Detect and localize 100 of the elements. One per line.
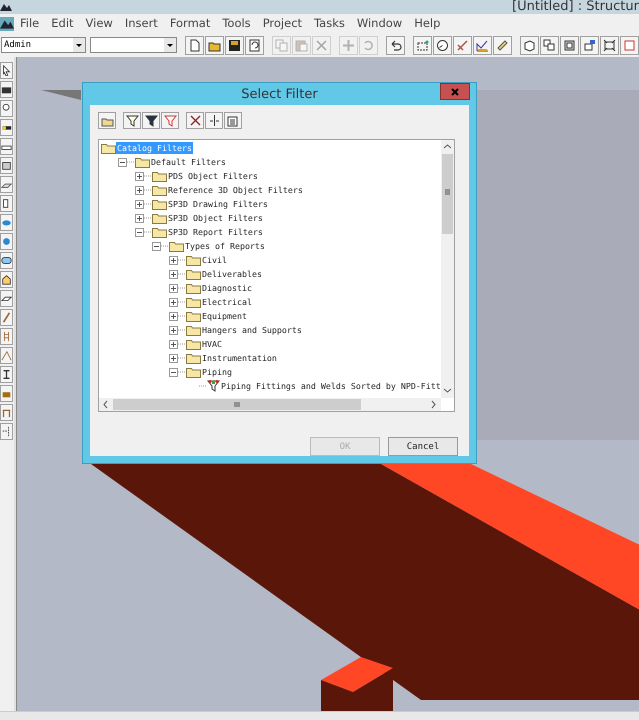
menu-item[interactable]: Project (256, 14, 308, 33)
toolbar-button[interactable] (580, 36, 599, 54)
refresh-icon (248, 38, 261, 52)
toolbar-button[interactable] (560, 36, 579, 54)
tool-button[interactable] (0, 290, 13, 307)
toolbar-button[interactable] (386, 36, 405, 54)
toolbar-button[interactable] (600, 36, 619, 54)
tool-button[interactable] (0, 252, 13, 269)
paste-icon (295, 38, 308, 52)
tree-line (178, 329, 186, 331)
tree-item[interactable]: Piping Fittings and Welds Sorted by NPD-Fitt (220, 380, 441, 392)
menu-item[interactable]: Help (408, 14, 446, 33)
toolbar-button[interactable] (493, 36, 512, 54)
toolbar-button[interactable] (186, 112, 204, 129)
expand-icon[interactable] (135, 200, 144, 208)
horizontal-scrollbar[interactable] (99, 398, 441, 411)
tree-item[interactable]: Reference 3D Object Filters (167, 184, 304, 196)
tree-item[interactable]: Equipment (201, 310, 248, 322)
toolbar-button[interactable] (433, 36, 452, 54)
tree-item[interactable]: Hangers and Supports (201, 324, 303, 336)
tree-item[interactable]: Default Filters (150, 156, 227, 168)
funnel-icon (126, 114, 138, 127)
box-edge-icon (623, 38, 636, 52)
toolbar-button[interactable] (473, 36, 492, 54)
tree-item[interactable]: SP3D Report Filters (167, 226, 264, 238)
collapse-icon[interactable] (152, 242, 161, 250)
tree-item[interactable]: Types of Reports (184, 240, 266, 252)
menu-item[interactable]: Tools (216, 14, 257, 33)
toolbar-button[interactable] (225, 36, 244, 54)
menu-item[interactable]: Format (164, 14, 216, 33)
tree-item[interactable]: PDS Object Filters (167, 170, 259, 182)
folder-icon (186, 254, 201, 266)
tool-button[interactable] (0, 366, 13, 383)
expand-icon[interactable] (169, 312, 178, 320)
tool-button[interactable] (0, 100, 13, 117)
tree-item[interactable]: HVAC (201, 338, 223, 350)
expand-icon[interactable] (135, 172, 144, 180)
tool-button[interactable] (0, 81, 13, 98)
funnel-icon (207, 380, 220, 392)
folder-icon (186, 310, 201, 322)
tree-line (178, 259, 186, 261)
toolbar-button[interactable] (185, 36, 204, 54)
expand-icon[interactable] (169, 340, 178, 348)
expand-icon[interactable] (169, 326, 178, 334)
tool-button[interactable] (0, 138, 13, 155)
folder-icon (186, 282, 201, 294)
expand-icon[interactable] (169, 284, 178, 292)
tree-item[interactable]: Civil (201, 254, 228, 266)
tree-line (161, 245, 169, 247)
collapse-icon[interactable] (135, 228, 144, 236)
menu-item[interactable]: Edit (45, 14, 80, 33)
app-logo-icon[interactable] (0, 16, 14, 30)
toolbar-button[interactable] (224, 112, 242, 129)
toolbar-button[interactable] (520, 36, 539, 54)
collapse-icon[interactable] (118, 158, 127, 166)
box-corner-icon (583, 38, 596, 52)
menu-item[interactable]: Window (350, 14, 408, 33)
expand-icon[interactable] (169, 354, 178, 362)
expand-icon[interactable] (169, 256, 178, 264)
expand-icon[interactable] (135, 186, 144, 194)
close-button[interactable] (440, 83, 470, 100)
toolbar-button[interactable] (245, 36, 264, 54)
tree-item[interactable]: Instrumentation (201, 352, 278, 364)
tree-line (144, 231, 152, 233)
toolbar-button[interactable] (142, 112, 160, 129)
tool-button[interactable] (0, 271, 13, 288)
collapse-icon[interactable] (169, 368, 178, 376)
tree-item[interactable]: SP3D Drawing Filters (167, 198, 269, 210)
tool-button[interactable] (0, 119, 13, 136)
menu-item[interactable]: Tasks (308, 14, 351, 33)
tool-button[interactable] (0, 157, 13, 174)
tree-item[interactable]: SP3D Object Filters (167, 212, 264, 224)
expand-icon[interactable] (135, 214, 144, 222)
tool-button[interactable] (0, 195, 13, 212)
toolbar-button[interactable] (205, 112, 223, 129)
toolbar-button[interactable] (98, 112, 116, 129)
expand-icon[interactable] (169, 298, 178, 306)
combo-box[interactable]: Admin (1, 37, 86, 53)
frame-icon (1, 160, 12, 171)
tree-line (144, 203, 152, 205)
dimension-icon (416, 38, 429, 52)
i-beam-icon (1, 369, 12, 380)
toolbar-button[interactable] (413, 36, 432, 54)
tree-item[interactable]: Electrical (201, 296, 253, 308)
tool-button[interactable] (0, 176, 13, 193)
dialog-button[interactable]: Cancel (388, 437, 458, 456)
menu-item[interactable]: Insert (118, 14, 164, 33)
toolbar-button[interactable] (123, 112, 141, 129)
tree-item[interactable]: Piping (201, 366, 233, 378)
toolbar-button[interactable] (205, 36, 224, 54)
toolbar-button[interactable] (540, 36, 559, 54)
menu-item[interactable]: File (14, 14, 46, 33)
tool-button[interactable] (0, 62, 13, 79)
combo-box[interactable] (90, 37, 177, 53)
expand-icon[interactable] (169, 270, 178, 278)
tree-item[interactable]: Deliverables (201, 268, 263, 280)
folder-icon (186, 268, 201, 280)
menu-item[interactable]: View (80, 14, 119, 33)
vertical-scrollbar[interactable] (441, 140, 454, 398)
tree-item[interactable]: Diagnostic (201, 282, 253, 294)
